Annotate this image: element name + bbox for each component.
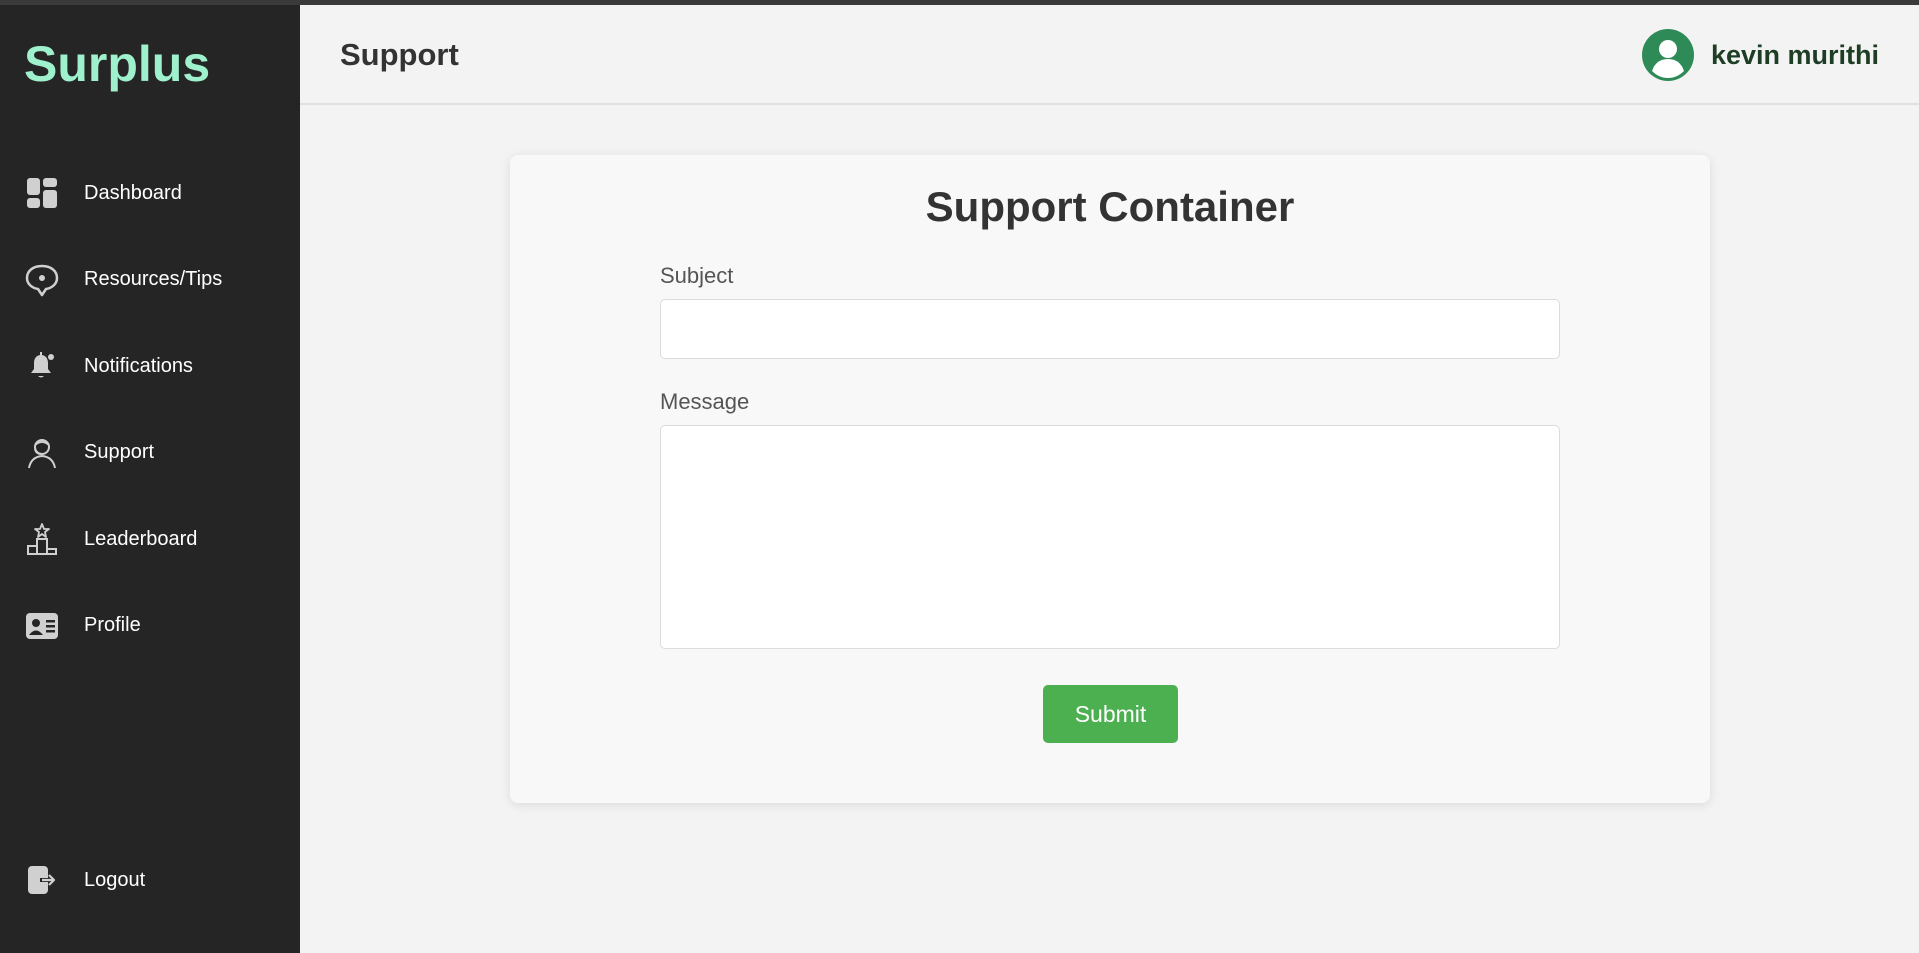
sidebar-nav: Dashboard Resources/Tips Notifications S…: [0, 150, 300, 669]
subject-input[interactable]: [660, 299, 1560, 359]
user-name: kevin murithi: [1710, 39, 1879, 70]
logout-icon: [24, 862, 60, 898]
bell-icon: [24, 348, 60, 384]
message-label: Message: [660, 389, 750, 414]
brand-logo[interactable]: Surplus: [24, 35, 210, 93]
sidebar-item-support[interactable]: Support: [0, 410, 300, 497]
sidebar-item-profile[interactable]: Profile: [0, 583, 300, 670]
sidebar-item-label: Leaderboard: [84, 527, 198, 550]
logout-section: Logout: [0, 837, 300, 924]
form-title: Support Container: [925, 183, 1295, 230]
sidebar-item-resources-tips[interactable]: Resources/Tips: [0, 237, 300, 324]
sidebar-item-leaderboard[interactable]: Leaderboard: [0, 496, 300, 583]
window-top-border: [0, 0, 1919, 5]
podium-icon: [24, 521, 60, 557]
user-menu[interactable]: kevin murithi: [1641, 29, 1879, 81]
sidebar-item-label: Support: [84, 441, 155, 464]
subject-label: Subject: [660, 263, 734, 288]
page-title: Support: [340, 37, 459, 72]
logout-label: Logout: [84, 868, 146, 891]
dashboard-icon: [24, 175, 60, 211]
sidebar-item-label: Resources/Tips: [84, 268, 223, 291]
support-form-card: Support Container Subject Message Submit: [510, 155, 1710, 803]
message-textarea[interactable]: [660, 425, 1560, 649]
sidebar-item-label: Profile: [84, 614, 141, 637]
sidebar-item-dashboard[interactable]: Dashboard: [0, 150, 300, 237]
chat-tip-icon: [24, 262, 60, 298]
user-avatar-icon: [1641, 29, 1694, 81]
sidebar-item-label: Dashboard: [84, 181, 182, 204]
sidebar: Surplus Dashboard Resources/Tips Notific…: [0, 5, 300, 953]
sidebar-item-label: Notifications: [84, 354, 193, 377]
top-header: Support kevin murithi: [300, 5, 1919, 105]
id-card-icon: [24, 608, 60, 644]
sidebar-item-notifications[interactable]: Notifications: [0, 323, 300, 410]
logout-button[interactable]: Logout: [0, 837, 300, 924]
submit-button[interactable]: Submit: [1043, 685, 1178, 743]
support-agent-icon: [24, 435, 60, 471]
